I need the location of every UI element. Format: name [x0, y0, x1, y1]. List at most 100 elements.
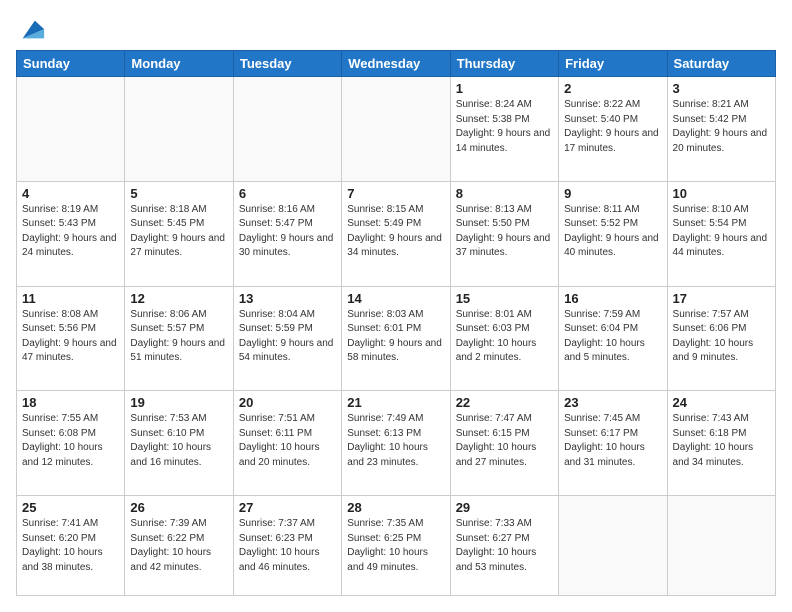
day-number: 20: [239, 395, 336, 410]
day-number: 26: [130, 500, 227, 515]
weekday-header-saturday: Saturday: [667, 51, 775, 77]
day-number: 18: [22, 395, 119, 410]
day-info: Sunrise: 8:11 AM Sunset: 5:52 PM Dayligh…: [564, 203, 661, 261]
calendar-cell: 22 Sunrise: 7:47 AM Sunset: 6:15 PM Dayli…: [450, 391, 558, 496]
day-info: Sunrise: 8:24 AM Sunset: 5:38 PM Dayligh…: [456, 98, 553, 156]
day-info: Sunrise: 8:06 AM Sunset: 5:57 PM Dayligh…: [130, 308, 227, 366]
week-row-1: 1 Sunrise: 8:24 AM Sunset: 5:38 PM Daylig…: [17, 77, 776, 182]
weekday-header-monday: Monday: [125, 51, 233, 77]
header: [16, 16, 776, 40]
day-number: 23: [564, 395, 661, 410]
calendar-cell: 29 Sunrise: 7:33 AM Sunset: 6:27 PM Dayli…: [450, 496, 558, 596]
day-info: Sunrise: 7:59 AM Sunset: 6:04 PM Dayligh…: [564, 308, 661, 366]
weekday-header-wednesday: Wednesday: [342, 51, 450, 77]
calendar-cell: 28 Sunrise: 7:35 AM Sunset: 6:25 PM Dayli…: [342, 496, 450, 596]
day-info: Sunrise: 8:16 AM Sunset: 5:47 PM Dayligh…: [239, 203, 336, 261]
day-number: 2: [564, 81, 661, 96]
day-info: Sunrise: 8:18 AM Sunset: 5:45 PM Dayligh…: [130, 203, 227, 261]
day-number: 5: [130, 186, 227, 201]
logo-icon: [18, 16, 46, 44]
day-info: Sunrise: 7:53 AM Sunset: 6:10 PM Dayligh…: [130, 412, 227, 470]
day-number: 16: [564, 291, 661, 306]
week-row-4: 18 Sunrise: 7:55 AM Sunset: 6:08 PM Dayli…: [17, 391, 776, 496]
week-row-2: 4 Sunrise: 8:19 AM Sunset: 5:43 PM Daylig…: [17, 181, 776, 286]
calendar-cell: 23 Sunrise: 7:45 AM Sunset: 6:17 PM Dayli…: [559, 391, 667, 496]
calendar-cell: 9 Sunrise: 8:11 AM Sunset: 5:52 PM Daylig…: [559, 181, 667, 286]
calendar-cell: 15 Sunrise: 8:01 AM Sunset: 6:03 PM Dayli…: [450, 286, 558, 391]
day-number: 17: [673, 291, 770, 306]
calendar-cell: 12 Sunrise: 8:06 AM Sunset: 5:57 PM Dayli…: [125, 286, 233, 391]
calendar-cell: 21Sunrise: 7:49 AM Sunset: 6:13 PM Dayli…: [342, 391, 450, 496]
calendar-cell: 14 Sunrise: 8:03 AM Sunset: 6:01 PM Dayli…: [342, 286, 450, 391]
day-number: 11: [22, 291, 119, 306]
day-number: 19: [130, 395, 227, 410]
calendar-cell: 13Sunrise: 8:04 AM Sunset: 5:59 PM Dayli…: [233, 286, 341, 391]
day-info: Sunrise: 8:21 AM Sunset: 5:42 PM Dayligh…: [673, 98, 770, 156]
week-row-3: 11 Sunrise: 8:08 AM Sunset: 5:56 PM Dayli…: [17, 286, 776, 391]
day-number: 1: [456, 81, 553, 96]
calendar-cell: 17 Sunrise: 7:57 AM Sunset: 6:06 PM Dayli…: [667, 286, 775, 391]
calendar-cell: [17, 77, 125, 182]
day-info: Sunrise: 8:08 AM Sunset: 5:56 PM Dayligh…: [22, 308, 119, 366]
calendar-cell: 2 Sunrise: 8:22 AM Sunset: 5:40 PM Daylig…: [559, 77, 667, 182]
day-number: 14: [347, 291, 444, 306]
calendar-cell: [559, 496, 667, 596]
calendar-cell: 3 Sunrise: 8:21 AM Sunset: 5:42 PM Daylig…: [667, 77, 775, 182]
day-number: 15: [456, 291, 553, 306]
week-row-5: 25Sunrise: 7:41 AM Sunset: 6:20 PM Dayli…: [17, 496, 776, 596]
calendar-cell: 8 Sunrise: 8:13 AM Sunset: 5:50 PM Daylig…: [450, 181, 558, 286]
day-number: 7: [347, 186, 444, 201]
day-number: 8: [456, 186, 553, 201]
calendar-cell: 24Sunrise: 7:43 AM Sunset: 6:18 PM Dayli…: [667, 391, 775, 496]
day-info: Sunrise: 7:45 AM Sunset: 6:17 PM Dayligh…: [564, 412, 661, 470]
day-info: Sunrise: 8:03 AM Sunset: 6:01 PM Dayligh…: [347, 308, 444, 366]
calendar-table: SundayMondayTuesdayWednesdayThursdayFrid…: [16, 50, 776, 596]
calendar-cell: 25Sunrise: 7:41 AM Sunset: 6:20 PM Dayli…: [17, 496, 125, 596]
weekday-header-tuesday: Tuesday: [233, 51, 341, 77]
calendar-cell: 6 Sunrise: 8:16 AM Sunset: 5:47 PM Daylig…: [233, 181, 341, 286]
day-info: Sunrise: 7:33 AM Sunset: 6:27 PM Dayligh…: [456, 517, 553, 575]
calendar-cell: 11 Sunrise: 8:08 AM Sunset: 5:56 PM Dayli…: [17, 286, 125, 391]
day-info: Sunrise: 8:19 AM Sunset: 5:43 PM Dayligh…: [22, 203, 119, 261]
day-info: Sunrise: 7:57 AM Sunset: 6:06 PM Dayligh…: [673, 308, 770, 366]
day-number: 13: [239, 291, 336, 306]
day-number: 25: [22, 500, 119, 515]
calendar-cell: 4 Sunrise: 8:19 AM Sunset: 5:43 PM Daylig…: [17, 181, 125, 286]
day-number: 4: [22, 186, 119, 201]
day-number: 27: [239, 500, 336, 515]
day-info: Sunrise: 8:22 AM Sunset: 5:40 PM Dayligh…: [564, 98, 661, 156]
calendar-cell: [233, 77, 341, 182]
weekday-header-sunday: Sunday: [17, 51, 125, 77]
calendar-cell: 10 Sunrise: 8:10 AM Sunset: 5:54 PM Dayli…: [667, 181, 775, 286]
calendar-cell: 7 Sunrise: 8:15 AM Sunset: 5:49 PM Daylig…: [342, 181, 450, 286]
calendar-cell: 26Sunrise: 7:39 AM Sunset: 6:22 PM Dayli…: [125, 496, 233, 596]
day-number: 6: [239, 186, 336, 201]
day-info: Sunrise: 8:10 AM Sunset: 5:54 PM Dayligh…: [673, 203, 770, 261]
day-info: Sunrise: 7:37 AM Sunset: 6:23 PM Dayligh…: [239, 517, 336, 575]
day-info: Sunrise: 7:51 AM Sunset: 6:11 PM Dayligh…: [239, 412, 336, 470]
day-info: Sunrise: 7:35 AM Sunset: 6:25 PM Dayligh…: [347, 517, 444, 575]
calendar-cell: 16 Sunrise: 7:59 AM Sunset: 6:04 PM Dayli…: [559, 286, 667, 391]
day-info: Sunrise: 7:43 AM Sunset: 6:18 PM Dayligh…: [673, 412, 770, 470]
day-info: Sunrise: 7:47 AM Sunset: 6:15 PM Dayligh…: [456, 412, 553, 470]
calendar-cell: 20 Sunrise: 7:51 AM Sunset: 6:11 PM Dayli…: [233, 391, 341, 496]
calendar-cell: 27 Sunrise: 7:37 AM Sunset: 6:23 PM Dayli…: [233, 496, 341, 596]
day-number: 10: [673, 186, 770, 201]
weekday-header-row: SundayMondayTuesdayWednesdayThursdayFrid…: [17, 51, 776, 77]
day-info: Sunrise: 8:13 AM Sunset: 5:50 PM Dayligh…: [456, 203, 553, 261]
calendar-cell: [125, 77, 233, 182]
day-info: Sunrise: 8:01 AM Sunset: 6:03 PM Dayligh…: [456, 308, 553, 366]
day-info: Sunrise: 8:15 AM Sunset: 5:49 PM Dayligh…: [347, 203, 444, 261]
calendar-cell: 18 Sunrise: 7:55 AM Sunset: 6:08 PM Dayli…: [17, 391, 125, 496]
day-number: 9: [564, 186, 661, 201]
calendar-cell: [667, 496, 775, 596]
day-number: 22: [456, 395, 553, 410]
weekday-header-thursday: Thursday: [450, 51, 558, 77]
day-number: 29: [456, 500, 553, 515]
calendar-cell: 19 Sunrise: 7:53 AM Sunset: 6:10 PM Dayli…: [125, 391, 233, 496]
day-number: 12: [130, 291, 227, 306]
day-info: Sunrise: 7:55 AM Sunset: 6:08 PM Dayligh…: [22, 412, 119, 470]
day-number: 28: [347, 500, 444, 515]
day-number: 3: [673, 81, 770, 96]
day-number: 21: [347, 395, 444, 410]
